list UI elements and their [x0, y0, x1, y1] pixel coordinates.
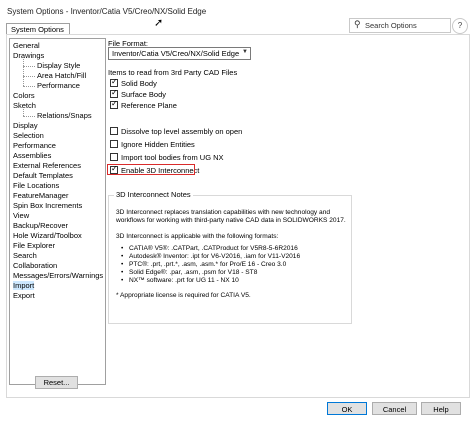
tree-item-display-style[interactable]: Display Style [37, 61, 80, 70]
tree-connector [23, 66, 35, 67]
list-item: PTC®: .prt, .prt.*, .asm, .asm.* for Pro… [121, 261, 346, 269]
check-icon: ✓ [111, 77, 118, 86]
dissolve-assembly-checkbox[interactable] [110, 127, 118, 135]
search-placeholder: Search Options [365, 21, 417, 30]
tree-connector [23, 86, 35, 87]
notes-paragraph: 3D Interconnect is applicable with the f… [116, 233, 279, 241]
formats-list: CATIA® V5®: .CATPart, .CATProduct for V5… [116, 245, 346, 286]
tree-item-search[interactable]: Search [13, 251, 37, 260]
mouse-cursor-icon: ➚ [154, 17, 164, 29]
tree-item-drawings[interactable]: Drawings [13, 51, 44, 60]
check-icon: ✓ [111, 99, 118, 108]
cancel-button[interactable]: Cancel [372, 402, 417, 415]
tree-item-external-references[interactable]: External References [13, 161, 81, 170]
tree-item-backup-recover[interactable]: Backup/Recover [13, 221, 68, 230]
solid-body-label: Solid Body [121, 79, 157, 88]
tree-item-selection[interactable]: Selection [13, 131, 44, 140]
list-item: Solid Edge®: .par, .asm, .psm for V18 - … [121, 269, 346, 277]
ignore-hidden-checkbox[interactable] [110, 140, 118, 148]
options-tree[interactable]: General Drawings Display Style Area Hatc… [9, 38, 106, 385]
tree-item-drawings-performance[interactable]: Performance [37, 81, 80, 90]
tree-item-assemblies[interactable]: Assemblies [13, 151, 51, 160]
tree-item-sketch[interactable]: Sketch [13, 101, 36, 110]
tree-connector [23, 76, 35, 77]
title-bar: System Options - Inventor/Catia V5/Creo/… [0, 0, 474, 34]
search-input[interactable]: ⚲ Search Options [349, 18, 451, 33]
surface-body-label: Surface Body [121, 90, 167, 99]
tree-item-file-explorer[interactable]: File Explorer [13, 241, 55, 250]
file-format-select[interactable]: Inventor/Catia V5/Creo/NX/Solid Edge ▼ [108, 47, 251, 60]
tree-item-file-locations[interactable]: File Locations [13, 181, 59, 190]
tree-item-default-templates[interactable]: Default Templates [13, 171, 73, 180]
tree-item-messages-errors-warnings[interactable]: Messages/Errors/Warnings [13, 271, 103, 280]
tree-item-collaboration[interactable]: Collaboration [13, 261, 57, 270]
list-item: NX™ software: .prt for UG 11 - NX 10 [121, 277, 346, 285]
tree-item-export[interactable]: Export [13, 291, 35, 300]
tree-connector [23, 116, 35, 117]
tree-item-performance[interactable]: Performance [13, 141, 56, 150]
reference-plane-checkbox[interactable]: ✓ [110, 99, 118, 109]
tree-item-general[interactable]: General [13, 41, 40, 50]
reference-plane-label: Reference Plane [121, 101, 177, 110]
solid-body-checkbox[interactable]: ✓ [110, 77, 118, 87]
tree-item-featuremanager[interactable]: FeatureManager [13, 191, 68, 200]
check-icon: ✓ [111, 88, 118, 97]
tree-item-spin-box-increments[interactable]: Spin Box Increments [13, 201, 82, 210]
ignore-hidden-label: Ignore Hidden Entities [121, 140, 195, 149]
tree-item-relations-snaps[interactable]: Relations/Snaps [37, 111, 92, 120]
list-item: Autodesk® Inventor: .ipt for V6-V2016, .… [121, 253, 346, 261]
file-format-value: Inventor/Catia V5/Creo/NX/Solid Edge [112, 49, 240, 58]
help-icon[interactable]: ? [452, 18, 468, 34]
ok-button[interactable]: OK [327, 402, 367, 415]
tree-item-hole-wizard-toolbox[interactable]: Hole Wizard/Toolbox [13, 231, 82, 240]
notes-paragraph: 3D Interconnect replaces translation cap… [116, 209, 346, 225]
tree-connector [23, 59, 24, 86]
import-tool-bodies-checkbox[interactable] [110, 153, 118, 161]
window-title: System Options - Inventor/Catia V5/Creo/… [7, 7, 207, 16]
tree-item-colors[interactable]: Colors [13, 91, 35, 100]
chevron-down-icon: ▼ [242, 49, 248, 55]
notes-footnote: * Appropriate license is required for CA… [116, 291, 251, 299]
surface-body-checkbox[interactable]: ✓ [110, 88, 118, 98]
dissolve-assembly-label: Dissolve top level assembly on open [121, 127, 243, 136]
tab-system-options[interactable]: System Options [6, 23, 70, 34]
tree-item-area-hatch-fill[interactable]: Area Hatch/Fill [37, 71, 86, 80]
tree-item-import[interactable]: Import [13, 281, 35, 290]
items-to-read-label: Items to read from 3rd Party CAD Files [108, 68, 238, 77]
import-tool-bodies-label: Import tool bodies from UG NX [121, 153, 224, 162]
tree-connector [23, 109, 24, 116]
notes-title: 3D Interconnect Notes [114, 190, 193, 199]
list-item: CATIA® V5®: .CATPart, .CATProduct for V5… [121, 245, 346, 253]
search-icon: ⚲ [354, 19, 361, 29]
tree-item-view[interactable]: View [13, 211, 29, 220]
notes-text: 3D Interconnect replaces translation cap… [116, 209, 346, 300]
help-button[interactable]: Help [421, 402, 461, 415]
highlight-box [107, 164, 195, 175]
tree-item-display[interactable]: Display [13, 121, 38, 130]
reset-button[interactable]: Reset... [35, 376, 78, 389]
